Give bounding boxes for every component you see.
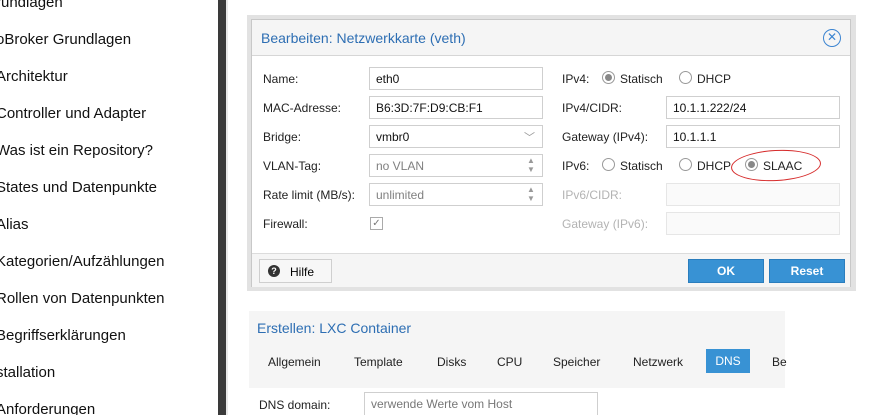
chevron-down-icon[interactable]: ﹀ [524, 129, 535, 145]
ipv4-cidr-label: IPv4/CIDR: [562, 101, 623, 115]
tab-speicher[interactable]: Speicher [553, 355, 600, 369]
ipv6-static-label: Statisch [620, 159, 663, 173]
ipv6-static-radio[interactable] [602, 158, 615, 171]
vlan-value: no VLAN [376, 159, 425, 173]
tab-netzwerk[interactable]: Netzwerk [633, 355, 683, 369]
help-button[interactable]: ? Hilfe [259, 259, 332, 283]
sidebar-item[interactable]: oBroker Grundlagen [0, 31, 131, 48]
reset-button[interactable]: Reset [769, 259, 845, 283]
ipv6-dhcp-label: DHCP [697, 159, 732, 173]
gateway-ipv6-input[interactable] [666, 212, 840, 235]
sidebar-item[interactable]: rundlagen [0, 0, 63, 11]
firewall-label: Firewall: [263, 217, 308, 231]
tab-allgemein[interactable]: Allgemein [268, 355, 321, 369]
sidebar-item[interactable]: States und Datenpunkte [0, 179, 157, 196]
ipv4-dhcp-label: DHCP [697, 72, 732, 86]
sidebar-scrollbar[interactable] [218, 0, 226, 415]
sidebar-item[interactable]: Controller und Adapter [0, 105, 146, 122]
tab-template[interactable]: Template [354, 355, 403, 369]
sidebar-divider [226, 0, 228, 415]
doc-sidebar: rundlagen oBroker Grundlagen Architektur… [0, 0, 218, 415]
rate-limit-input[interactable]: unlimited ▲ ▼ [369, 183, 543, 206]
gateway-ipv6-label: Gateway (IPv6): [562, 217, 649, 231]
sidebar-item[interactable]: Was ist ein Repository? [0, 142, 153, 159]
sidebar-item[interactable]: Rollen von Datenpunkten [0, 290, 164, 307]
vlan-input[interactable]: no VLAN ▲ ▼ [369, 154, 543, 177]
close-icon[interactable]: ✕ [823, 29, 841, 47]
bridge-value: vmbr0 [376, 130, 410, 144]
sidebar-item[interactable]: Architektur [0, 68, 68, 85]
ipv6-cidr-label: IPv6/CIDR: [562, 188, 623, 202]
ipv6-label: IPv6: [562, 159, 590, 173]
tab-bestaetigung[interactable]: Be [772, 355, 787, 369]
ok-button[interactable]: OK [688, 259, 764, 283]
sidebar-item[interactable]: Alias [0, 216, 29, 233]
create-lxc-panel: Erstellen: LXC Container Allgemein Templ… [249, 311, 787, 415]
ipv4-static-label: Statisch [620, 72, 663, 86]
ipv6-dhcp-radio[interactable] [679, 158, 692, 171]
ipv4-label: IPv4: [562, 72, 590, 86]
bridge-select[interactable]: vmbr0 ﹀ [369, 125, 543, 148]
name-label: Name: [263, 72, 299, 86]
gateway-ipv4-input[interactable]: 10.1.1.1 [666, 125, 840, 148]
help-button-label: Hilfe [290, 265, 315, 279]
ipv4-dhcp-radio[interactable] [679, 71, 692, 84]
rate-limit-value: unlimited [376, 188, 425, 202]
dns-domain-input[interactable]: verwende Werte vom Host [364, 392, 598, 415]
tab-dns[interactable]: DNS [706, 349, 750, 373]
spinner-icon[interactable]: ▲ ▼ [526, 156, 536, 175]
dialog-header: Bearbeiten: Netzwerkkarte (veth) ✕ [252, 20, 850, 56]
help-icon: ? [268, 265, 280, 277]
vlan-label: VLAN-Tag: [263, 159, 322, 173]
tab-cpu[interactable]: CPU [497, 355, 522, 369]
firewall-checkbox[interactable]: ✓ [370, 217, 383, 230]
mac-input[interactable]: B6:3D:7F:D9:CB:F1 [369, 96, 543, 119]
sidebar-item[interactable]: stallation [0, 364, 55, 381]
ipv4-static-radio[interactable] [602, 71, 615, 84]
dialog-title: Bearbeiten: Netzwerkkarte (veth) [261, 30, 466, 46]
sidebar-item[interactable]: Begriffserklärungen [0, 327, 126, 344]
ipv4-cidr-input[interactable]: 10.1.1.222/24 [666, 96, 840, 119]
panel-title: Erstellen: LXC Container [257, 320, 412, 336]
tab-disks[interactable]: Disks [437, 355, 466, 369]
mac-label: MAC-Adresse: [263, 101, 342, 115]
dialog-footer: ? Hilfe OK Reset [252, 253, 850, 287]
rate-limit-label: Rate limit (MB/s): [263, 188, 356, 202]
spinner-icon[interactable]: ▲ ▼ [526, 185, 536, 204]
name-input[interactable]: eth0 [369, 67, 543, 90]
dns-domain-label: DNS domain: [259, 398, 331, 412]
bridge-label: Bridge: [263, 130, 302, 144]
sidebar-item[interactable]: Anforderungen [0, 401, 95, 415]
sidebar-item[interactable]: Kategorien/Aufzählungen [0, 253, 164, 270]
gateway-ipv4-label: Gateway (IPv4): [562, 130, 649, 144]
ipv6-cidr-input[interactable] [666, 183, 840, 206]
